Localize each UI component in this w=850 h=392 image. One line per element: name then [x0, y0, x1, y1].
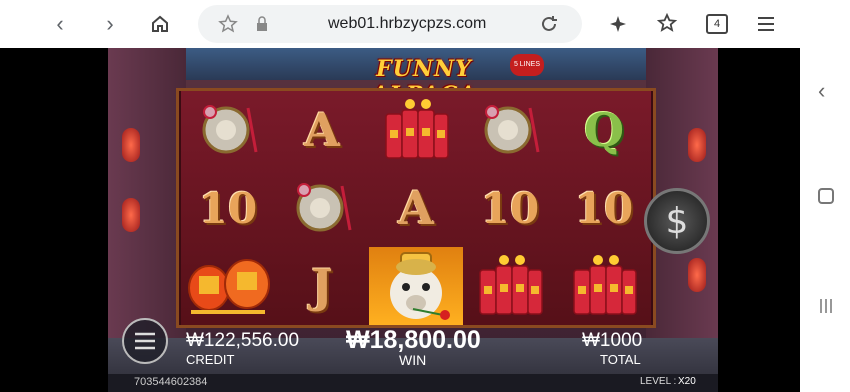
- symbol-gong-icon: [275, 169, 369, 247]
- slot-game-canvas[interactable]: FUNNY ALPACA 5 LINES 10AJA10Q10 $ ₩122,5…: [108, 48, 718, 392]
- system-recents-icon[interactable]: [818, 298, 834, 319]
- level-label: LEVEL :: [640, 376, 677, 387]
- left-letterbox: [0, 48, 108, 392]
- address-bar[interactable]: web01.hrbzycpzs.com: [198, 5, 582, 43]
- footer-strip: 703544602384 LEVEL : X20: [108, 374, 718, 392]
- browser-toolbar: ‹ › web01.hrbzycpzs.com 4: [0, 0, 850, 48]
- reload-icon[interactable]: [538, 13, 560, 40]
- home-icon[interactable]: [148, 12, 172, 36]
- symbol-j: J: [311, 259, 333, 313]
- symbol-a: A: [398, 181, 434, 235]
- win-value: ₩18,800.00: [346, 326, 481, 354]
- url-text: web01.hrbzycpzs.com: [328, 15, 487, 32]
- lines-badge: 5 LINES: [510, 54, 544, 76]
- lantern-decoration: [122, 128, 140, 162]
- game-logo: FUNNY ALPACA 5 LINES: [324, 52, 544, 108]
- favorites-icon[interactable]: [656, 12, 680, 36]
- temple-left: [108, 48, 186, 348]
- credit-value: ₩122,556.00: [186, 330, 300, 351]
- forward-icon[interactable]: ›: [98, 11, 122, 36]
- sparkle-icon[interactable]: [608, 12, 632, 36]
- reel-2: AJ: [275, 91, 369, 325]
- symbol-q: Q: [583, 103, 625, 157]
- reel-grid: 10 A J A 10 Q 10: [176, 88, 656, 328]
- symbol-money-pot-icon: [181, 247, 275, 325]
- symbol-ten: 10: [574, 183, 634, 233]
- symbol-ten: 10: [480, 183, 540, 233]
- symbol-gong-icon: [181, 91, 275, 169]
- total-bet-value: ₩1000: [582, 330, 643, 351]
- reel-3: A: [369, 91, 463, 325]
- symbol-firecrackers-icon: [557, 247, 651, 325]
- credit-label: CREDIT: [186, 352, 235, 367]
- symbol-a: A: [304, 103, 340, 157]
- back-icon[interactable]: ‹: [48, 11, 72, 36]
- symbol-gong-icon: [463, 91, 557, 169]
- right-letterbox: [718, 48, 800, 392]
- lantern-decoration: [688, 258, 706, 292]
- hamburger-icon: [135, 332, 155, 350]
- system-home-icon[interactable]: [818, 188, 834, 204]
- win-label: WIN: [399, 352, 427, 368]
- lantern-decoration: [688, 128, 706, 162]
- lantern-decoration: [122, 198, 140, 232]
- symbol-firecrackers-icon: [463, 247, 557, 325]
- coin-bet-button[interactable]: $: [644, 188, 710, 254]
- reel-1: 10: [181, 91, 275, 325]
- game-menu-button[interactable]: [122, 318, 168, 364]
- symbol-ten: 10: [198, 183, 258, 233]
- symbol-firecrackers-icon: [369, 91, 463, 169]
- bookmark-star-icon[interactable]: [218, 14, 238, 39]
- symbol-alpaca-wild-icon: [369, 247, 463, 325]
- system-navigation-bar: ‹: [800, 48, 850, 392]
- reel-5: Q 10: [557, 91, 651, 325]
- round-id: 703544602384: [134, 376, 208, 388]
- tabs-button[interactable]: 4: [706, 14, 728, 34]
- lock-icon: [256, 16, 268, 37]
- system-back-icon[interactable]: ‹: [818, 78, 825, 104]
- menu-icon[interactable]: [754, 12, 778, 36]
- level-value: X20: [678, 376, 696, 387]
- total-label: TOTAL: [600, 352, 641, 367]
- reel-4: 10: [463, 91, 557, 325]
